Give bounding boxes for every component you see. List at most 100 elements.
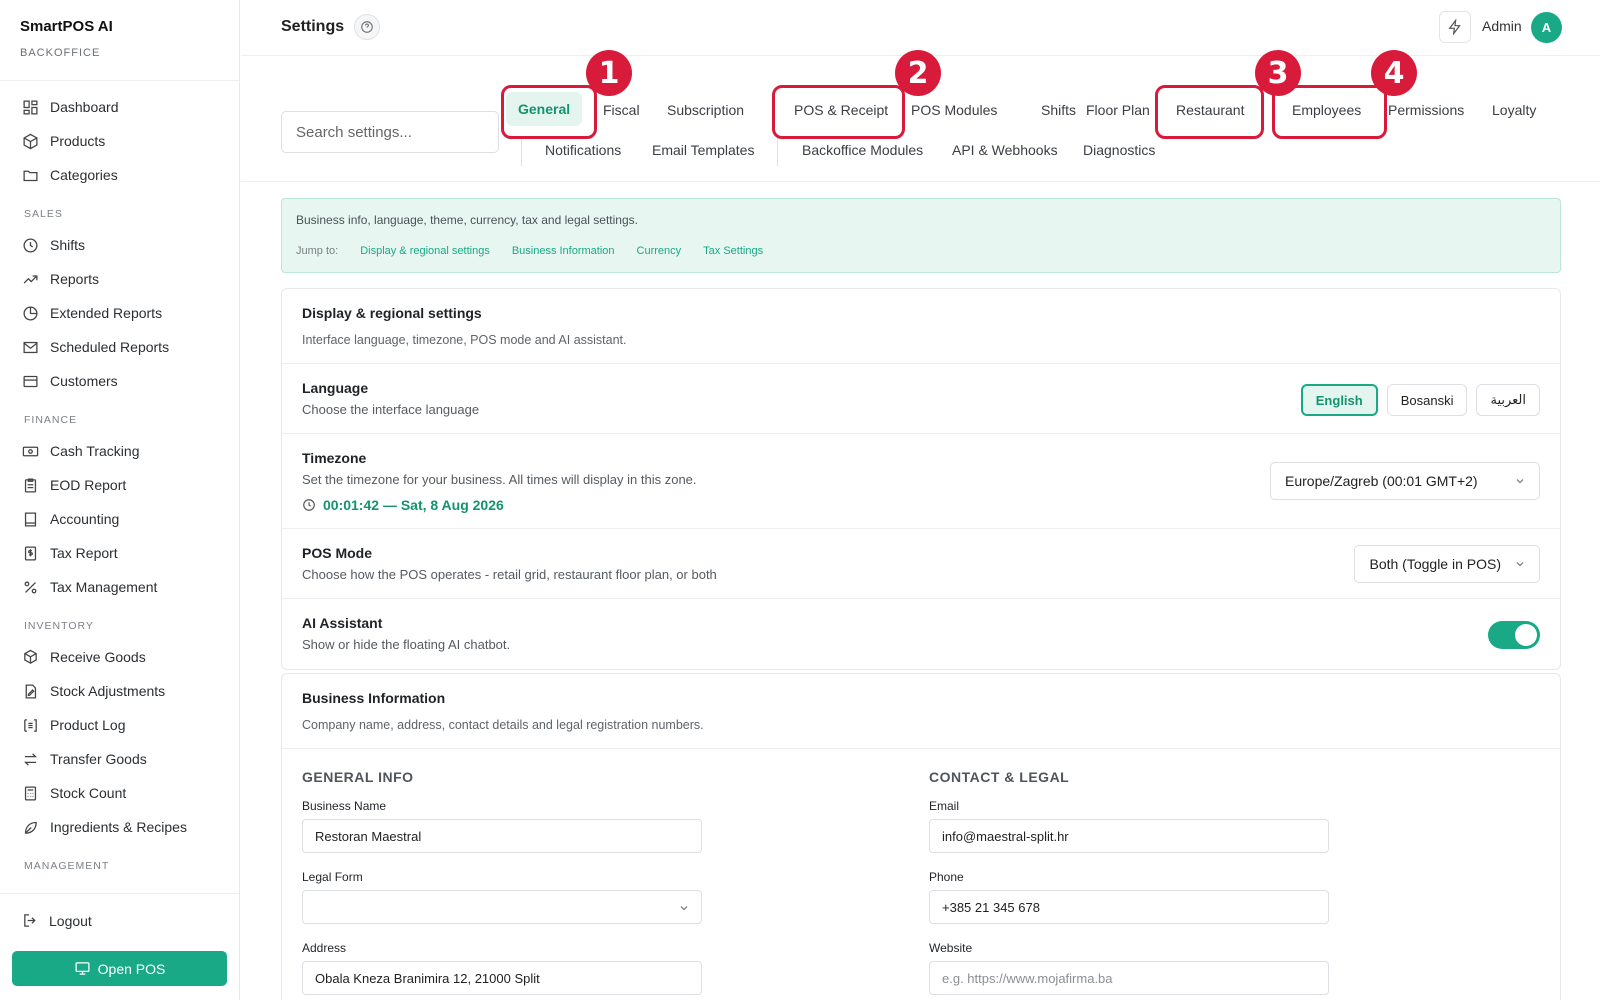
brand: SmartPOS AI BACKOFFICE	[20, 18, 113, 59]
dollar-doc-icon	[24, 545, 37, 561]
brand-title: SmartPOS AI	[20, 18, 113, 35]
jump-label: Jump to:	[296, 245, 339, 257]
ai-assistant-toggle[interactable]	[1488, 621, 1540, 649]
sidebar: SmartPOS AI BACKOFFICE Dashboard Product…	[0, 0, 240, 1000]
tab-diagnostics[interactable]: Diagnostics	[1083, 142, 1155, 158]
search-input[interactable]	[281, 111, 499, 153]
sidebar-item-label: Categories	[50, 167, 118, 183]
address-label: Address	[302, 941, 347, 955]
sidebar-item-stock-count[interactable]: Stock Count	[0, 776, 239, 810]
card-icon	[23, 375, 38, 387]
brand-subtitle: BACKOFFICE	[20, 47, 101, 59]
tab-loyalty[interactable]: Loyalty	[1492, 102, 1536, 118]
sidebar-item-label: Customers	[50, 373, 118, 389]
legal-form-select[interactable]	[302, 890, 702, 924]
sidebar-item-categories[interactable]: Categories	[0, 158, 239, 192]
sidebar-item-label: Ingredients & Recipes	[50, 819, 187, 835]
logout-icon	[24, 914, 36, 927]
annotation-highlight-restaurant	[1155, 85, 1264, 139]
language-option-bosanski[interactable]: Bosanski	[1386, 384, 1468, 416]
sidebar-item-shifts[interactable]: Shifts	[0, 228, 239, 262]
tab-subscription[interactable]: Subscription	[667, 102, 744, 118]
website-field[interactable]: e.g. https://www.mojafirma.ba	[929, 961, 1329, 995]
help-icon	[361, 21, 373, 33]
jump-link-business[interactable]: Business Information	[512, 245, 615, 257]
tab-permissions[interactable]: Permissions	[1388, 102, 1464, 118]
quick-action-button[interactable]	[1439, 11, 1471, 43]
sidebar-item-label: Stock Adjustments	[50, 683, 166, 699]
business-name-label: Business Name	[302, 799, 387, 813]
sidebar-item-dashboard[interactable]: Dashboard	[0, 90, 239, 124]
timezone-row: Timezone Set the timezone for your busin…	[282, 434, 1560, 529]
calculator-icon	[24, 785, 37, 801]
sidebar-item-product-log[interactable]: Product Log	[0, 708, 239, 742]
jump-link-tax[interactable]: Tax Settings	[703, 245, 763, 257]
tab-notifications[interactable]: Notifications	[545, 142, 621, 158]
business-name-field[interactable]: Restoran Maestral	[302, 819, 702, 853]
tab-email-templates[interactable]: Email Templates	[652, 142, 754, 158]
sidebar-item-tax-report[interactable]: Tax Report	[0, 536, 239, 570]
book-icon	[24, 511, 37, 527]
language-option-english[interactable]: English	[1300, 384, 1378, 416]
sidebar-item-eod-report[interactable]: EOD Report	[0, 468, 239, 502]
sidebar-item-label: Cash Tracking	[50, 443, 140, 459]
file-edit-icon	[25, 683, 37, 699]
annotation-badge-3: 3	[1255, 50, 1301, 96]
tab-fiscal[interactable]: Fiscal	[603, 102, 640, 118]
chevron-down-icon	[1516, 562, 1524, 567]
tab-api-webhooks[interactable]: API & Webhooks	[952, 142, 1058, 158]
percent-icon	[24, 581, 37, 593]
sidebar-item-label: Products	[50, 133, 106, 149]
open-pos-button[interactable]: Open POS	[12, 951, 227, 986]
transfer-icon	[24, 752, 37, 766]
page-title: Settings	[281, 18, 345, 35]
phone-label: Phone	[929, 870, 964, 884]
pos-mode-select[interactable]: Both (Toggle in POS)	[1354, 545, 1540, 583]
sidebar-item-customers[interactable]: Customers	[0, 364, 239, 398]
sidebar-item-scheduled-reports[interactable]: Scheduled Reports	[0, 330, 239, 364]
settings-tabs: General Fiscal Subscription POS & Receip…	[241, 50, 1600, 182]
language-option-arabic[interactable]: العربية	[1476, 384, 1540, 416]
section-finance: FINANCE	[24, 414, 78, 426]
sidebar-item-accounting[interactable]: Accounting	[0, 502, 239, 536]
sidebar-item-label: Receive Goods	[50, 649, 146, 665]
tab-divider	[777, 138, 778, 166]
sidebar-item-transfer-goods[interactable]: Transfer Goods	[0, 742, 239, 776]
address-field[interactable]: Obala Kneza Branimira 12, 21000 Split	[302, 961, 702, 995]
sidebar-item-label: Shifts	[50, 237, 86, 253]
sidebar-item-stock-adjustments[interactable]: Stock Adjustments	[0, 674, 239, 708]
annotation-highlight-general	[501, 85, 597, 139]
section-management: MANAGEMENT	[24, 860, 110, 872]
annotation-highlight-pos-receipt	[772, 85, 905, 139]
sidebar-item-label: Accounting	[50, 511, 120, 527]
tab-shifts[interactable]: Shifts	[1041, 102, 1076, 118]
folder-icon	[23, 170, 38, 181]
email-field[interactable]: info@maestral-split.hr	[929, 819, 1329, 853]
jump-link-currency[interactable]: Currency	[637, 245, 682, 257]
sidebar-item-label: Transfer Goods	[50, 751, 147, 767]
tab-floor-plan[interactable]: Floor Plan	[1086, 102, 1150, 118]
sidebar-item-tax-management[interactable]: Tax Management	[0, 570, 239, 604]
open-pos-label: Open POS	[97, 960, 166, 977]
avatar[interactable]: A	[1531, 12, 1562, 43]
card-description: Company name, address, contact details a…	[302, 718, 704, 732]
sidebar-item-extended-reports[interactable]: Extended Reports	[0, 296, 239, 330]
general-info-column: GENERAL INFO Business Name Restoran Maes…	[302, 769, 702, 995]
tab-pos-modules[interactable]: POS Modules	[911, 102, 997, 118]
sidebar-item-cash-tracking[interactable]: Cash Tracking	[0, 434, 239, 468]
sidebar-item-reports[interactable]: Reports	[0, 262, 239, 296]
timezone-select[interactable]: Europe/Zagreb (00:01 GMT+2)	[1270, 462, 1540, 500]
section-inventory: INVENTORY	[24, 620, 94, 632]
sidebar-item-label: EOD Report	[50, 477, 127, 493]
sidebar-item-receive-goods[interactable]: Receive Goods	[0, 640, 239, 674]
tab-backoffice-modules[interactable]: Backoffice Modules	[802, 142, 923, 158]
sidebar-item-ingredients-recipes[interactable]: Ingredients & Recipes	[0, 810, 239, 844]
business-info-card: Business Information Company name, addre…	[281, 673, 1561, 1000]
jump-link-display[interactable]: Display & regional settings	[360, 245, 490, 257]
annotation-badge-4: 4	[1371, 50, 1417, 96]
logout-button[interactable]: Logout	[22, 912, 92, 929]
help-button[interactable]	[354, 14, 380, 40]
sidebar-item-products[interactable]: Products	[0, 124, 239, 158]
user-name[interactable]: Admin	[1482, 18, 1522, 34]
phone-field[interactable]: +385 21 345 678	[929, 890, 1329, 924]
